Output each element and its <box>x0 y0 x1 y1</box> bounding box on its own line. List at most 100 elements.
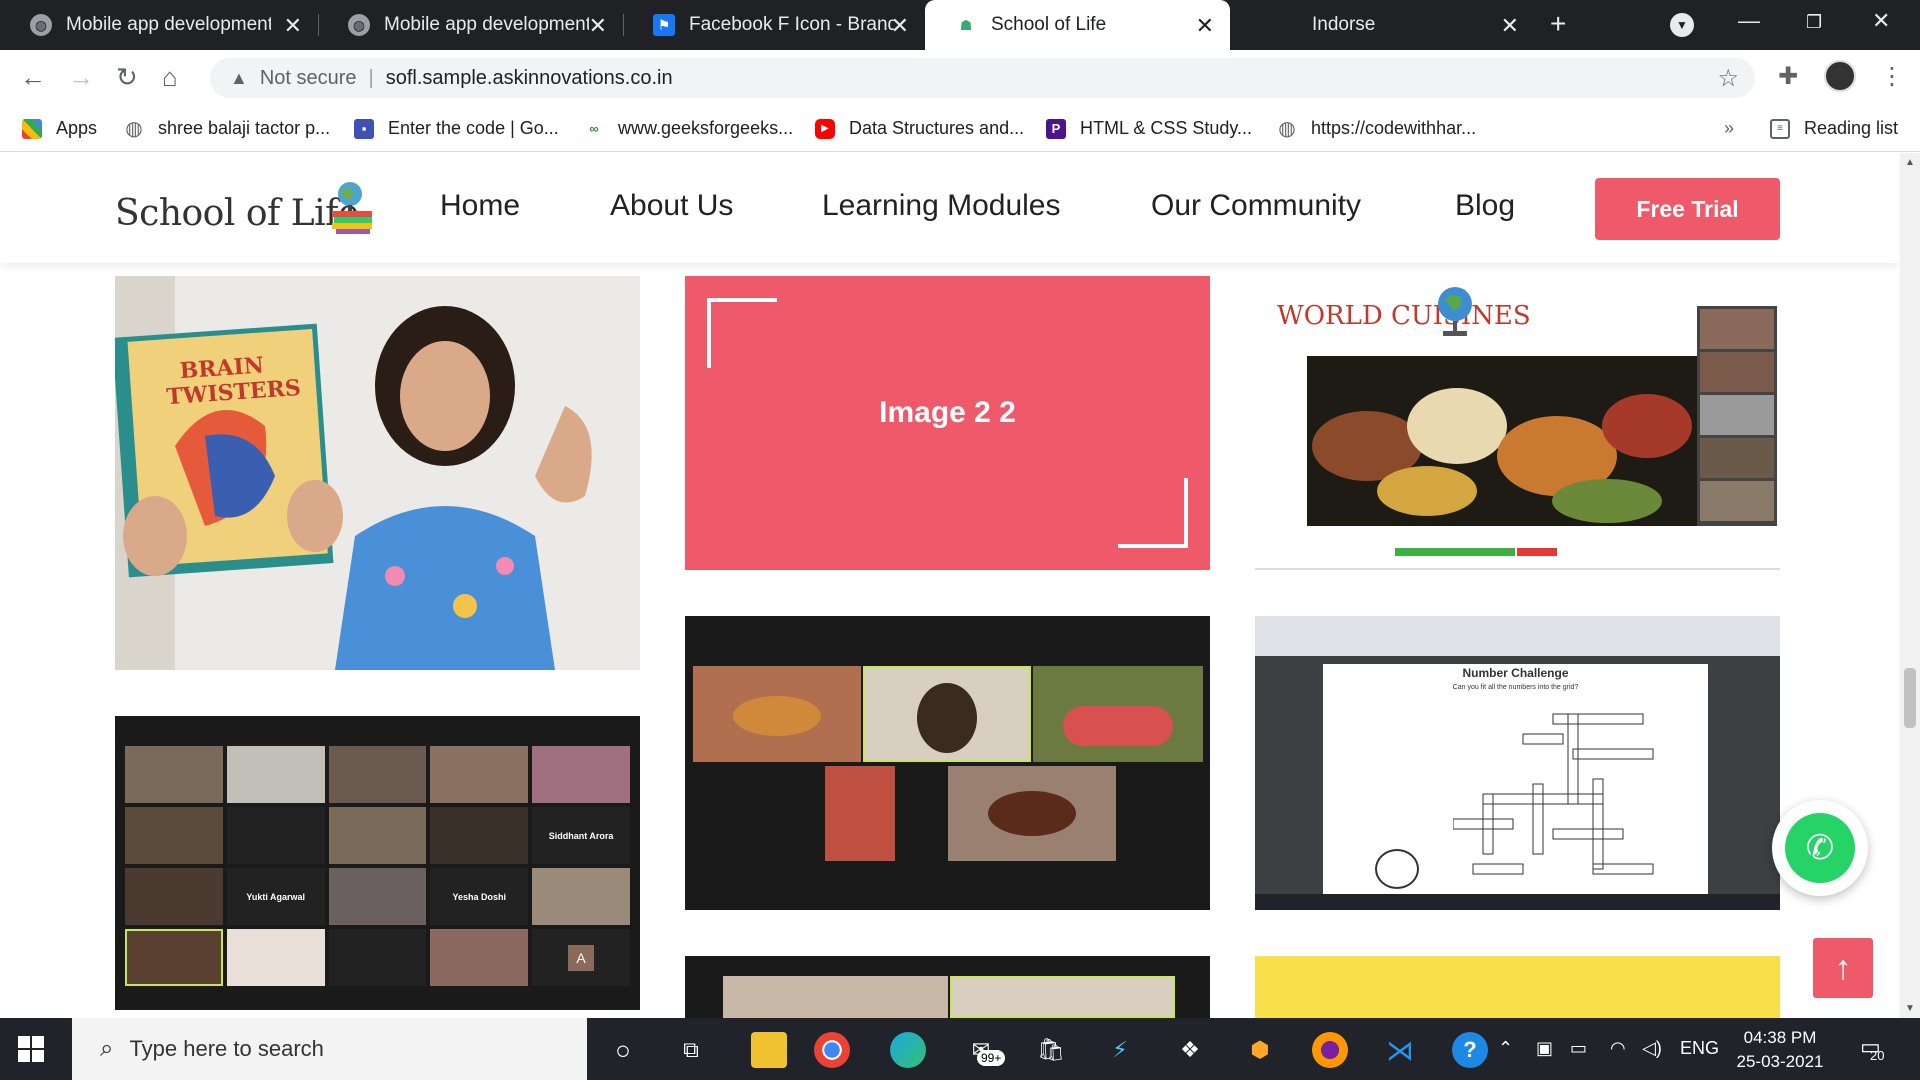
language-indicator[interactable]: ENG <box>1680 1038 1719 1059</box>
restore-icon[interactable]: ❐ <box>1806 12 1822 33</box>
close-icon[interactable]: ✕ <box>891 13 909 39</box>
study-icon: P <box>1046 118 1066 139</box>
bookmark-html-css[interactable]: P HTML & CSS Study... <box>1046 118 1252 139</box>
scrollbar-thumb[interactable] <box>1904 668 1916 728</box>
site-logo-text[interactable]: School of Life <box>115 193 359 234</box>
flutter-icon[interactable]: ⚡ <box>1102 1032 1138 1068</box>
bookmark-enter-code[interactable]: ▪ Enter the code | Go... <box>354 118 559 139</box>
apps-grid-icon <box>22 118 42 139</box>
gallery-photo-brain-twisters[interactable]: BRAIN TWISTERS <box>115 276 640 670</box>
close-window-icon[interactable]: ✕ <box>1872 8 1890 34</box>
store-icon[interactable]: 🛍 <box>1033 1032 1069 1068</box>
participant-initial: A <box>568 944 595 971</box>
gallery-number-challenge[interactable]: Number Challenge Can you fit all the num… <box>1255 616 1780 910</box>
close-icon[interactable]: ✕ <box>589 13 607 39</box>
reading-list[interactable]: ≡ Reading list <box>1770 118 1898 139</box>
bookmark-star-icon[interactable]: ☆ <box>1717 64 1739 93</box>
minimize-icon[interactable]: — <box>1738 8 1760 34</box>
taskbar-clock[interactable]: 04:38 PM 25-03-2021 <box>1720 1026 1840 1074</box>
globe-books-logo-icon[interactable] <box>328 178 376 234</box>
taskbar-search-box[interactable]: ⌕ Type here to search <box>72 1018 587 1080</box>
arrow-up-icon: ↑ <box>1834 948 1852 987</box>
clock-time: 04:38 PM <box>1743 1028 1817 1047</box>
mail-badge: 99+ <box>977 1050 1006 1066</box>
tray-chevron-icon[interactable]: ⌃ <box>1498 1038 1513 1059</box>
file-explorer-icon[interactable] <box>751 1032 787 1068</box>
task-view-icon[interactable]: ⧉ <box>673 1032 709 1068</box>
url-text[interactable]: sofl.sample.askinnovations.co.in <box>386 67 673 90</box>
tab-search-icon[interactable]: ▼ <box>1670 13 1694 37</box>
close-icon[interactable]: ✕ <box>1196 13 1214 39</box>
scroll-to-top-button[interactable]: ↑ <box>1813 938 1873 998</box>
notification-center-icon[interactable]: ▭ 20 <box>1860 1034 1884 1063</box>
dropbox-icon[interactable]: ❖ <box>1172 1032 1208 1068</box>
tab-mobile-app-2[interactable]: ◍ Mobile app development ✕ <box>318 0 623 50</box>
whatsapp-chat-button[interactable]: ✆ <box>1772 800 1868 896</box>
volume-icon[interactable]: ◁) <box>1642 1038 1662 1059</box>
box-app-icon[interactable]: ⬢ <box>1242 1032 1278 1068</box>
worksheet-title: Number Challenge <box>1462 666 1569 680</box>
reload-icon[interactable]: ↻ <box>116 62 138 93</box>
security-status[interactable]: Not secure <box>260 67 357 90</box>
girl-with-book-image: BRAIN TWISTERS <box>115 276 640 670</box>
gallery-zoom-partial[interactable] <box>685 956 1210 1018</box>
more-bookmarks-icon[interactable]: » <box>1724 118 1734 139</box>
web-page: School of Life Home About Us Learning Mo… <box>0 153 1900 1018</box>
food-spread-image <box>1307 356 1699 526</box>
nav-blog[interactable]: Blog <box>1455 189 1515 223</box>
wifi-icon[interactable]: ◠ <box>1610 1038 1626 1059</box>
close-icon[interactable]: ✕ <box>284 13 302 39</box>
menu-kebab-icon[interactable]: ⋮ <box>1880 62 1904 91</box>
gallery-yellow-partial[interactable] <box>1255 956 1780 1018</box>
gallery-zoom-food[interactable] <box>685 616 1210 910</box>
edge-icon[interactable] <box>890 1032 926 1068</box>
home-icon[interactable]: ⌂ <box>162 62 178 93</box>
firefox-icon[interactable] <box>1312 1032 1348 1068</box>
tab-mobile-app-1[interactable]: ◍ Mobile app development ✕ <box>0 0 318 50</box>
participant-name: Yesha Doshi <box>430 868 529 925</box>
warning-icon[interactable]: ▲ <box>230 68 248 89</box>
battery-icon[interactable]: ▭ <box>1570 1038 1587 1059</box>
extensions-icon[interactable]: ✚ <box>1778 62 1798 91</box>
bookmark-apps[interactable]: Apps <box>22 118 97 139</box>
bookmark-label: shree balaji tactor p... <box>158 118 331 138</box>
bookmark-data-structures[interactable]: ▶ Data Structures and... <box>815 118 1024 139</box>
bookmark-balaji[interactable]: ◍ shree balaji tactor p... <box>124 118 331 140</box>
vscode-icon[interactable]: ⋊ <box>1382 1032 1418 1068</box>
globe-icon: ◍ <box>348 14 370 36</box>
close-icon[interactable]: ✕ <box>1501 13 1519 39</box>
tab-indorse[interactable]: Indorse ✕ <box>1230 0 1535 50</box>
back-icon[interactable]: ← <box>20 62 46 93</box>
windows-start-icon[interactable] <box>18 1036 44 1062</box>
page-scrollbar[interactable]: ▲ ▼ <box>1900 153 1920 1018</box>
forward-icon[interactable]: → <box>68 62 94 93</box>
gallery-world-cuisines[interactable]: WORLD CUISINES <box>1255 276 1780 570</box>
scroll-down-arrow-icon[interactable]: ▼ <box>1905 1003 1915 1014</box>
clock-date: 25-03-2021 <box>1736 1052 1824 1071</box>
cortana-icon[interactable]: ○ <box>605 1032 641 1068</box>
owl-illustration-icon <box>1375 849 1419 889</box>
reading-list-icon: ≡ <box>1770 118 1790 139</box>
bookmark-codewithharry[interactable]: ◍ https://codewithhar... <box>1277 118 1476 140</box>
nav-learning-modules[interactable]: Learning Modules <box>822 189 1061 223</box>
bookmark-geeks[interactable]: ∞ www.geeksforgeeks... <box>584 118 793 139</box>
youtube-icon: ▶ <box>815 118 835 139</box>
tray-device-icon[interactable]: ▣ <box>1536 1038 1553 1059</box>
help-icon[interactable]: ? <box>1452 1032 1488 1068</box>
profile-avatar[interactable] <box>1824 60 1856 92</box>
nav-our-community[interactable]: Our Community <box>1151 189 1361 223</box>
worksheet-question: Can you fit all the numbers into the gri… <box>1452 684 1579 691</box>
scroll-up-arrow-icon[interactable]: ▲ <box>1905 157 1915 168</box>
bookmark-label: Enter the code | Go... <box>388 118 559 138</box>
tab-facebook-icon[interactable]: ⚑ Facebook F Icon - Brands ✕ <box>623 0 925 50</box>
new-tab-icon[interactable]: + <box>1550 8 1566 40</box>
nav-about-us[interactable]: About Us <box>610 189 733 223</box>
tab-school-of-life[interactable]: ☗ School of Life ✕ <box>925 0 1230 50</box>
free-trial-button[interactable]: Free Trial <box>1595 178 1780 240</box>
mail-icon[interactable]: ✉ 99+ <box>963 1032 1006 1068</box>
address-bar[interactable]: ▲ Not secure | sofl.sample.askinnovation… <box>210 58 1755 98</box>
gallery-zoom-grid[interactable]: Siddhant Arora Yukti Agarwal Yesha Doshi… <box>115 716 640 1010</box>
gallery-placeholder-card[interactable]: Image 2 2 <box>685 276 1210 570</box>
chrome-icon[interactable] <box>814 1032 850 1068</box>
nav-home[interactable]: Home <box>440 189 520 223</box>
